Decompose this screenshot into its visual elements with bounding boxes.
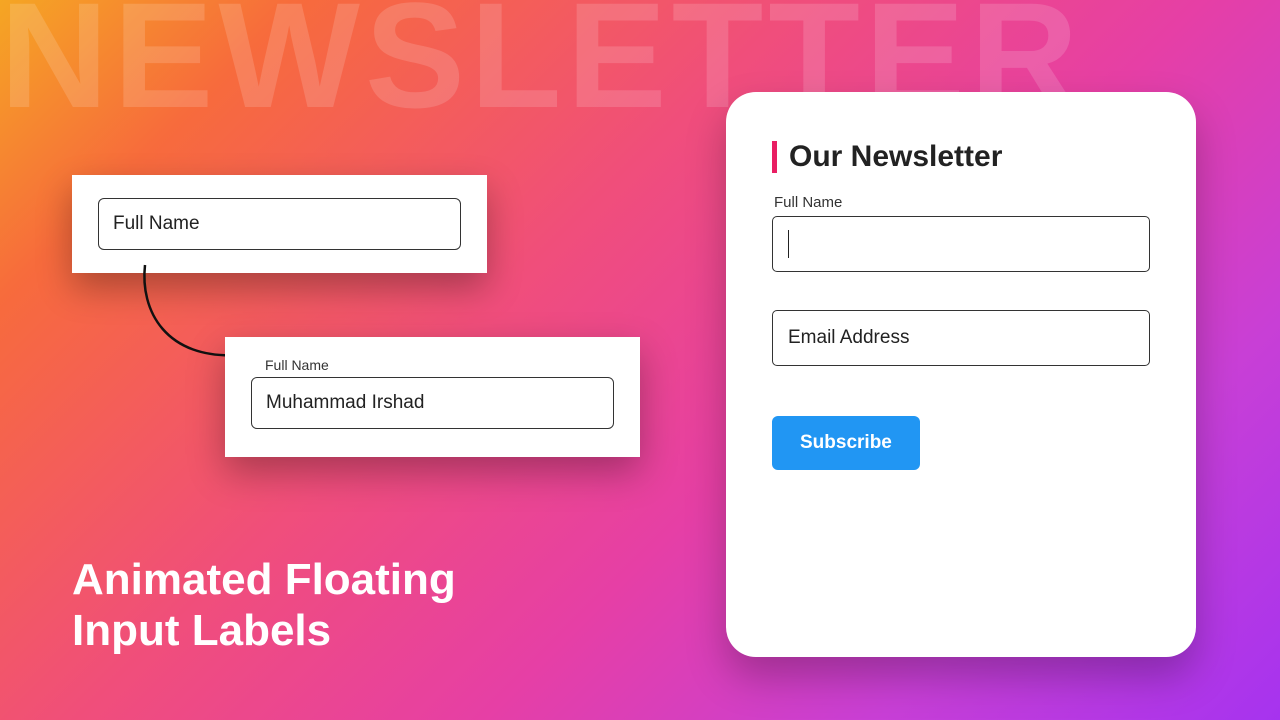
full-name-label: Full Name <box>774 194 842 211</box>
headline-text: Animated FloatingInput Labels <box>72 555 456 656</box>
demo-state-floated: Full Name <box>225 337 640 457</box>
subscribe-button[interactable]: Subscribe <box>772 416 920 470</box>
newsletter-title: Our Newsletter <box>789 140 1002 174</box>
demo-floated-label: Full Name <box>265 357 614 373</box>
email-input[interactable] <box>772 310 1150 366</box>
demo-state-placeholder <box>72 175 487 273</box>
form-group-full-name: Full Name <box>772 216 1150 272</box>
demo-input-placeholder[interactable] <box>98 198 461 250</box>
newsletter-title-row: Our Newsletter <box>772 140 1150 174</box>
form-group-email: Email Address <box>772 310 1150 366</box>
title-accent-bar <box>772 141 777 173</box>
newsletter-form-card: Our Newsletter Full Name Email Address S… <box>726 92 1196 657</box>
full-name-input[interactable] <box>772 216 1150 272</box>
demo-input-filled[interactable] <box>251 377 614 429</box>
text-cursor-icon <box>788 230 789 258</box>
